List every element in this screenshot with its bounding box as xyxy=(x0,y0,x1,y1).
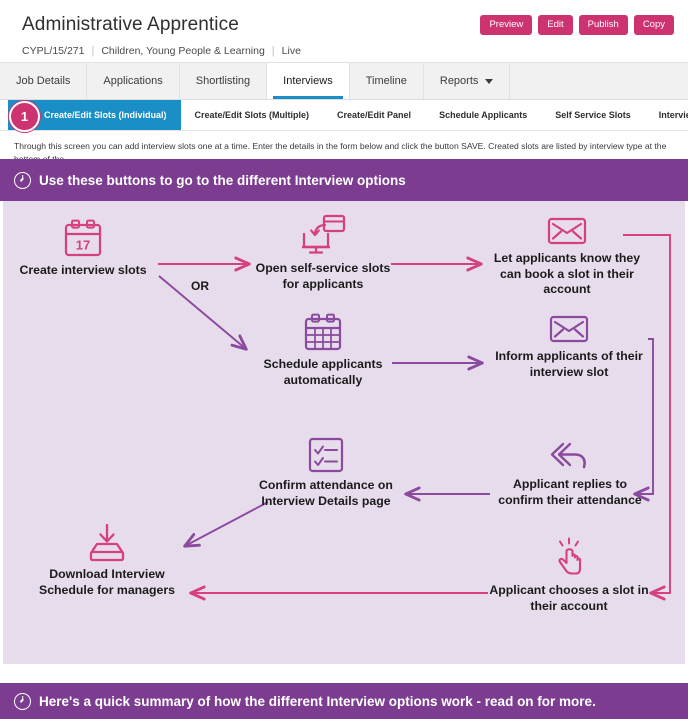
publish-button[interactable]: Publish xyxy=(578,15,628,35)
node-applicant-chooses-slot: Applicant chooses a slot in their accoun… xyxy=(489,537,649,614)
breadcrumb-separator-1: | xyxy=(91,45,95,57)
node-label: Open self-service slots for applicants xyxy=(255,261,391,291)
subtab-schedule-applicants[interactable]: Schedule Applicants xyxy=(425,100,541,130)
subtab-label: Create/Edit Panel xyxy=(337,110,412,120)
tab-label: Shortlisting xyxy=(195,75,251,87)
callout-bottom-text: Here's a quick summary of how the differ… xyxy=(39,693,596,709)
tab-label: Interviews xyxy=(283,75,333,87)
subtab-self-service-slots[interactable]: Self Service Slots xyxy=(541,100,645,130)
node-label: Confirm attendance on Interview Details … xyxy=(259,478,393,508)
node-label: Applicant replies to confirm their atten… xyxy=(498,477,642,507)
job-department: Children, Young People & Learning xyxy=(101,45,265,57)
node-label: Schedule applicants automatically xyxy=(263,357,383,387)
app-window: Administrative Apprentice CYPL/15/271 | … xyxy=(0,0,688,719)
callout-banner-bottom: Here's a quick summary of how the differ… xyxy=(0,683,688,719)
tab-bar-filler xyxy=(510,63,688,99)
tab-label: Timeline xyxy=(365,75,407,87)
node-download-schedule: Download Interview Schedule for managers xyxy=(23,523,191,598)
pointing-hand-icon xyxy=(558,537,582,575)
or-label: OR xyxy=(191,279,209,293)
status-badge: Live xyxy=(281,45,301,57)
tab-timeline[interactable]: Timeline xyxy=(349,63,424,99)
breadcrumb-separator-2: | xyxy=(271,45,275,57)
node-label: Inform applicants of their interview slo… xyxy=(495,349,643,379)
tab-label: Job Details xyxy=(16,75,71,87)
edit-button[interactable]: Edit xyxy=(538,15,573,35)
tab-label: Applications xyxy=(103,75,163,87)
subtab-label: Self Service Slots xyxy=(555,110,631,120)
node-confirm-attendance: Confirm attendance on Interview Details … xyxy=(246,436,406,509)
subtab-label: Create/Edit Slots (Multiple) xyxy=(194,110,310,120)
subtab-create-edit-panel[interactable]: Create/Edit Panel xyxy=(323,100,425,130)
svg-text:17: 17 xyxy=(76,238,90,253)
preview-button[interactable]: Preview xyxy=(480,15,533,35)
screen-description: Through this screen you can add intervie… xyxy=(0,131,688,159)
subtab-label: Schedule Applicants xyxy=(439,110,528,120)
subtab-interview-details[interactable]: Interview Details xyxy=(645,100,688,130)
tab-shortlisting[interactable]: Shortlisting xyxy=(179,63,268,99)
subtab-label: Create/Edit Slots (Individual) xyxy=(44,110,167,120)
node-label: Applicant chooses a slot in their accoun… xyxy=(489,583,649,613)
calendar-17-icon: 17 xyxy=(64,219,102,257)
copy-button[interactable]: Copy xyxy=(633,15,674,35)
tab-reports[interactable]: Reports xyxy=(423,63,511,99)
chevron-down-icon xyxy=(485,78,494,84)
node-label: Create interview slots xyxy=(19,263,147,277)
primary-tab-bar: Job Details Applications Shortlisting In… xyxy=(0,62,688,100)
node-open-self-service: Open self-service slots for applicants xyxy=(253,213,393,292)
tab-label: Reports xyxy=(439,75,479,87)
tab-interviews[interactable]: Interviews xyxy=(267,63,350,99)
monitor-window-icon xyxy=(302,214,346,254)
header-action-buttons: Preview Edit Publish Copy xyxy=(480,15,674,35)
tab-job-details[interactable]: Job Details xyxy=(0,63,88,99)
checklist-icon xyxy=(308,437,344,473)
reply-arrow-icon xyxy=(550,442,586,469)
calendar-grid-icon xyxy=(304,313,342,351)
subtab-create-edit-slots-multiple[interactable]: Create/Edit Slots (Multiple) xyxy=(181,100,324,130)
node-let-applicants-know: Let applicants know they can book a slot… xyxy=(487,215,647,298)
node-applicant-replies: Applicant replies to confirm their atten… xyxy=(490,439,650,508)
download-tray-icon xyxy=(89,523,125,562)
job-reference: CYPL/15/271 xyxy=(22,45,85,57)
secondary-tab-bar: 1 Create/Edit Slots (Individual) Create/… xyxy=(0,100,688,132)
page-header: Administrative Apprentice CYPL/15/271 | … xyxy=(0,0,688,62)
breadcrumb: CYPL/15/271 | Children, Young People & L… xyxy=(22,45,674,57)
node-label: Let applicants know they can book a slot… xyxy=(493,251,641,296)
envelope-icon xyxy=(549,315,589,343)
info-pointer-icon xyxy=(14,171,31,189)
node-schedule-applicants: Schedule applicants automatically xyxy=(251,313,395,388)
interview-flow-diagram: 17 Create interview slots OR Open self-s… xyxy=(0,201,688,664)
node-label: Download Interview Schedule for managers xyxy=(39,567,175,597)
callout-banner-top: Use these buttons to go to the different… xyxy=(0,159,688,201)
tab-applications[interactable]: Applications xyxy=(87,63,180,99)
callout-top-text: Use these buttons to go to the different… xyxy=(39,172,406,188)
envelope-icon xyxy=(547,217,587,245)
node-inform-applicants: Inform applicants of their interview slo… xyxy=(495,313,643,380)
subtab-label: Interview Details xyxy=(658,110,688,120)
info-pointer-icon xyxy=(14,692,31,710)
step-badge-1: 1 xyxy=(9,101,40,132)
node-create-slots: 17 Create interview slots xyxy=(9,219,157,279)
